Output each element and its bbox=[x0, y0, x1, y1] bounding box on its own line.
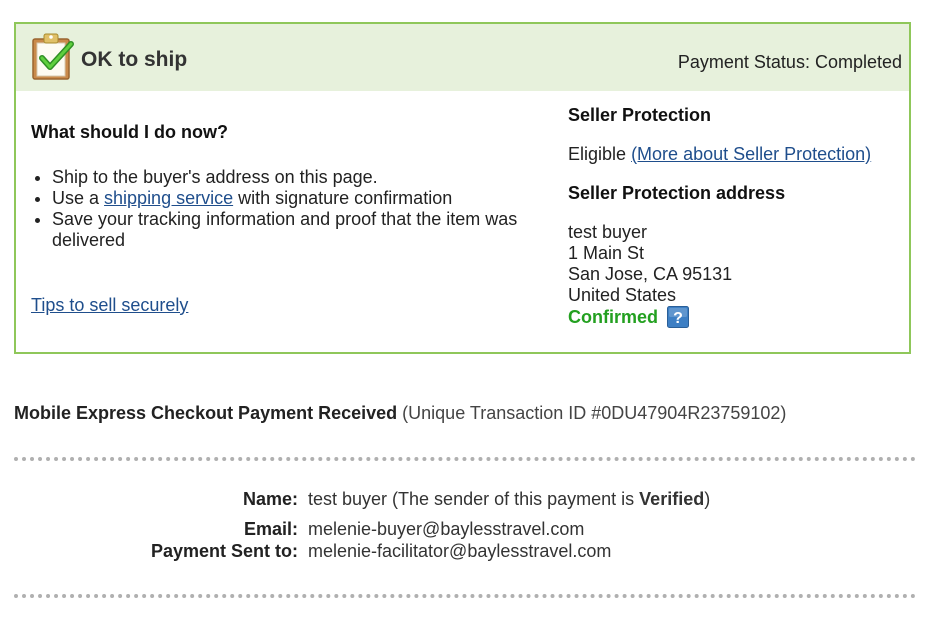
clipboard-checkmark-icon bbox=[32, 33, 74, 80]
more-about-seller-protection-link[interactable]: (More about Seller Protection) bbox=[631, 144, 871, 164]
payment-sent-to-label: Payment Sent to: bbox=[150, 541, 298, 561]
payment-sent-to-value: melenie-facilitator@baylesstravel.com bbox=[308, 541, 612, 561]
todo-text: Use a bbox=[52, 188, 105, 208]
svg-text:?: ? bbox=[673, 310, 683, 327]
eligibility-line: Eligible (More about Seller Protection) bbox=[568, 144, 908, 165]
verified-status: Verified bbox=[639, 489, 705, 509]
what-to-do-heading: What should I do now? bbox=[31, 122, 228, 142]
shipping-service-link[interactable]: shipping service bbox=[104, 188, 233, 208]
seller-protection-section: Seller Protection Eligible (More about S… bbox=[568, 105, 908, 328]
address-line: test buyer bbox=[568, 222, 648, 242]
ok-to-ship-panel: OK to ship Payment Status: Completed Wha… bbox=[14, 22, 911, 354]
what-to-do-section: What should I do now? Ship to the buyer'… bbox=[31, 122, 531, 251]
eligible-text: Eligible bbox=[568, 144, 627, 164]
seller-protection-address-heading: Seller Protection address bbox=[568, 183, 786, 203]
divider bbox=[14, 594, 916, 598]
seller-protection-address: test buyer 1 Main St San Jose, CA 95131 … bbox=[568, 222, 908, 328]
todo-text: with signature confirmation bbox=[233, 188, 453, 208]
list-item: Ship to the buyer's address on this page… bbox=[52, 167, 531, 188]
list-item: Save your tracking information and proof… bbox=[52, 209, 531, 251]
sender-name: test buyer bbox=[308, 489, 388, 509]
name-value: test buyer (The sender of this payment i… bbox=[308, 489, 710, 510]
todo-text: Ship to the buyer's address on this page… bbox=[52, 167, 378, 187]
transaction-id: (Unique Transaction ID #0DU47904R2375910… bbox=[402, 403, 787, 423]
payment-received-title: Mobile Express Checkout Payment Received bbox=[14, 403, 398, 423]
email-value: melenie-buyer@baylesstravel.com bbox=[308, 519, 585, 539]
receipt-title: Mobile Express Checkout Payment Received… bbox=[14, 403, 786, 424]
confirmed-line: Confirmed ? bbox=[568, 306, 908, 328]
address-line: United States bbox=[568, 285, 677, 305]
email-label: Email: bbox=[243, 519, 298, 539]
todo-text: Save your tracking information and proof… bbox=[52, 209, 518, 250]
payment-status: Payment Status: Completed bbox=[677, 52, 902, 72]
status-title: OK to ship bbox=[81, 48, 188, 71]
confirmed-status: Confirmed bbox=[568, 307, 658, 327]
sender-note: (The sender of this payment is bbox=[387, 489, 640, 509]
tips-to-sell-securely-link[interactable]: Tips to sell securely bbox=[31, 295, 188, 316]
todo-list: Ship to the buyer's address on this page… bbox=[31, 167, 531, 251]
status-header: OK to ship Payment Status: Completed bbox=[16, 24, 909, 91]
divider bbox=[14, 457, 916, 461]
address-line: San Jose, CA 95131 bbox=[568, 264, 733, 284]
sender-note-end: ) bbox=[704, 489, 711, 509]
list-item: Use a shipping service with signature co… bbox=[52, 188, 531, 209]
question-mark-icon[interactable]: ? bbox=[667, 306, 690, 328]
name-label: Name: bbox=[242, 489, 298, 509]
seller-protection-heading: Seller Protection bbox=[568, 105, 712, 125]
address-line: 1 Main St bbox=[568, 243, 645, 263]
